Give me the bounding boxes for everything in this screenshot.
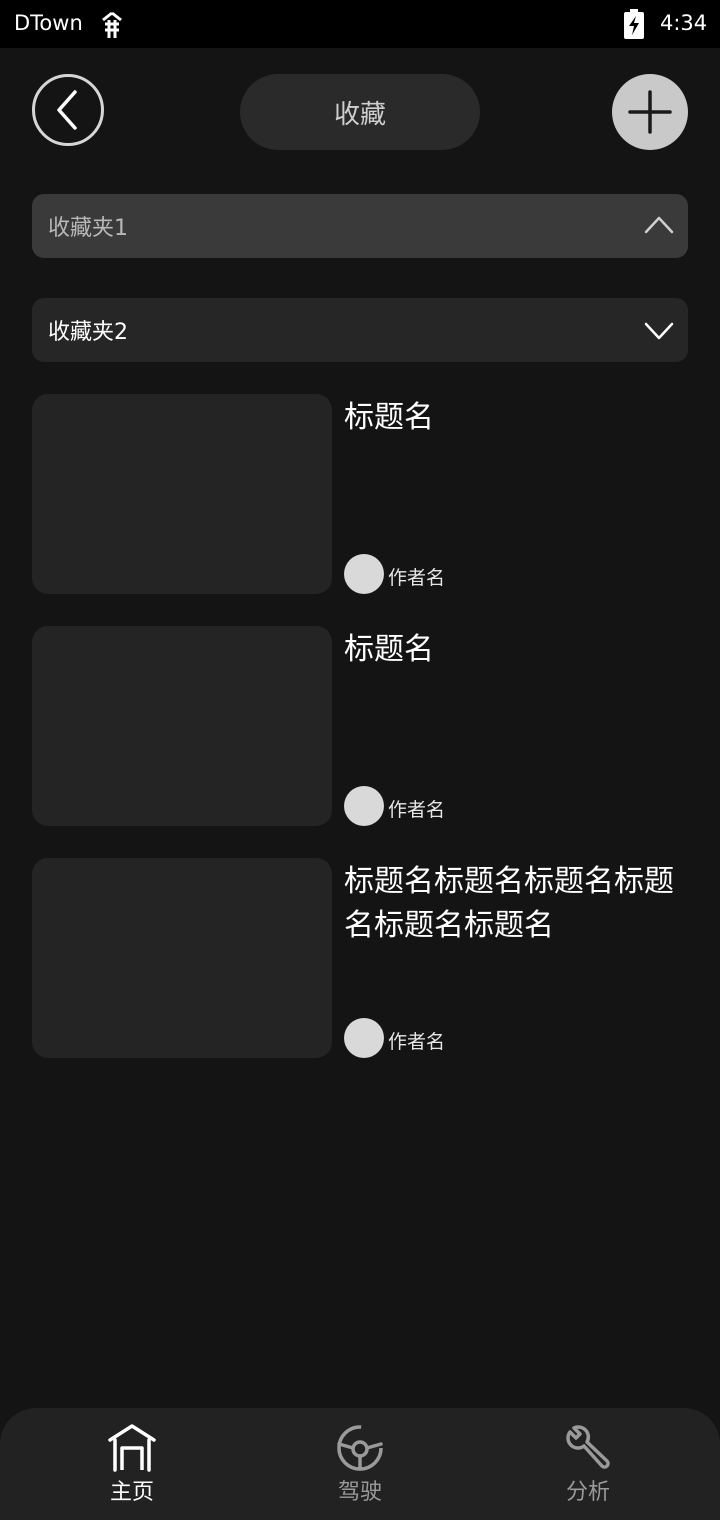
list-item[interactable]: 标题名 作者名 <box>32 626 688 826</box>
avatar <box>344 1018 384 1058</box>
page-title: 收藏 <box>240 74 480 150</box>
tab-label: 驾驶 <box>337 1480 382 1505</box>
author-name: 作者名 <box>388 1031 446 1053</box>
thumbnail[interactable] <box>32 626 332 826</box>
add-button[interactable] <box>612 74 688 150</box>
tab-label: 主页 <box>109 1480 154 1505</box>
battery-charging-icon <box>624 9 644 39</box>
folder-label: 收藏夹2 <box>48 320 128 345</box>
chevron-left-icon <box>57 90 77 130</box>
list-item[interactable]: 标题名 作者名 <box>32 394 688 594</box>
folder-row-1[interactable]: 收藏夹1 <box>32 194 688 258</box>
plus-icon <box>628 90 672 134</box>
folder-row-2[interactable]: 收藏夹2 <box>32 298 688 362</box>
tab-analyze[interactable]: 分析 <box>528 1422 648 1512</box>
chevron-down-icon <box>644 322 674 340</box>
thumbnail[interactable] <box>32 394 332 594</box>
status-app-name: DTown <box>14 11 83 35</box>
wrench-icon <box>566 1425 610 1469</box>
folder-label: 收藏夹1 <box>48 216 128 241</box>
item-title: 标题名 <box>344 632 434 667</box>
status-bar: DTown 4:34 <box>0 0 720 48</box>
chevron-up-icon <box>644 216 674 234</box>
item-title: 标题名标题名标题名标题名标题名标题名 <box>344 864 674 943</box>
item-title: 标题名 <box>344 400 434 435</box>
avatar <box>344 786 384 826</box>
tab-drive[interactable]: 驾驶 <box>300 1422 420 1512</box>
steering-wheel-icon <box>337 1425 383 1471</box>
bottom-tab-bar: 主页 驾驶 分析 <box>0 1408 720 1520</box>
list-item[interactable]: 标题名标题名标题名标题名标题名标题名 作者名 <box>32 858 688 1058</box>
tab-label: 分析 <box>565 1480 610 1505</box>
avatar <box>344 554 384 594</box>
author-name: 作者名 <box>388 799 446 821</box>
back-button[interactable] <box>32 74 104 146</box>
author-name: 作者名 <box>388 567 446 589</box>
tab-home[interactable]: 主页 <box>72 1422 192 1512</box>
status-time: 4:34 <box>660 11 708 35</box>
network-signal-icon <box>102 11 122 38</box>
home-icon <box>108 1424 156 1472</box>
thumbnail[interactable] <box>32 858 332 1058</box>
